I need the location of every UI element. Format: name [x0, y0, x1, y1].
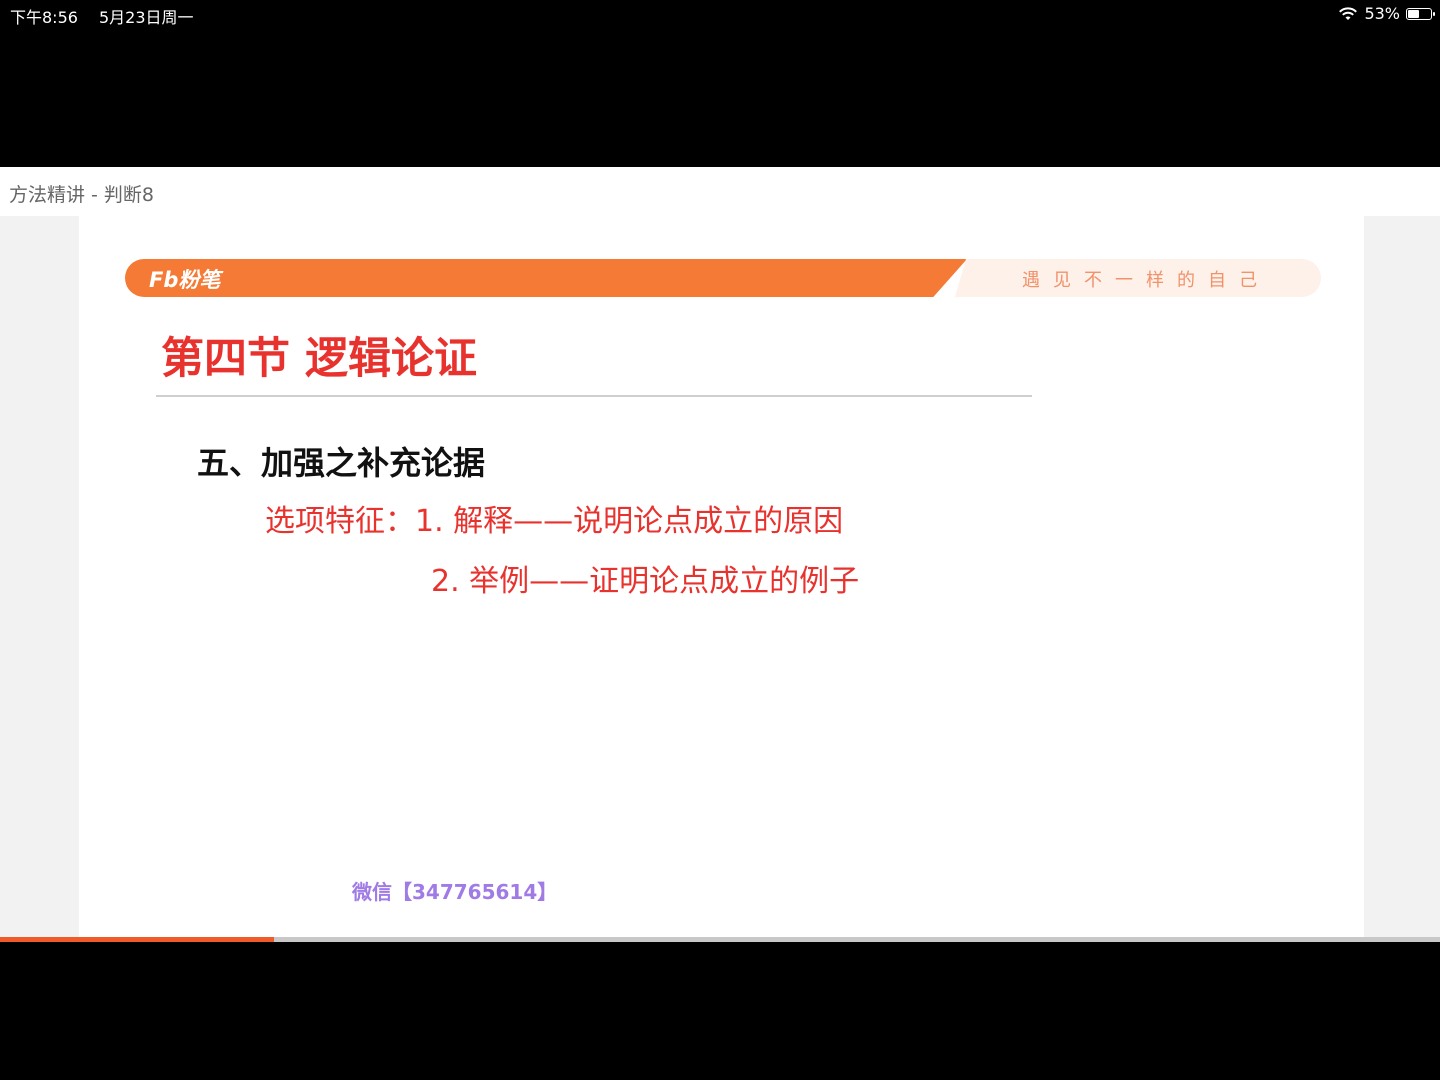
section-title: 第四节 逻辑论证: [161, 334, 477, 384]
status-right: 53%: [1338, 4, 1435, 23]
slogan: 遇见不一样的自己: [1022, 270, 1270, 291]
watermark: 微信【347765614】: [352, 880, 558, 904]
progress-bar[interactable]: [0, 937, 1440, 942]
battery-fill: [1408, 9, 1420, 18]
brand-banner: [125, 259, 967, 297]
status-bar: 下午8:56 5月23日周一 53%: [0, 0, 1440, 30]
video-player[interactable]: 方法精讲 - 判断8 Fb粉笔 遇见不一样的自己 第四节 逻辑论证 五、加强之补…: [0, 167, 1440, 942]
slide: Fb粉笔 遇见不一样的自己 第四节 逻辑论证 五、加强之补充论据 选项特征：1.…: [79, 216, 1364, 937]
status-date: 5月23日周一: [99, 8, 194, 27]
title-bar: 方法精讲 - 判断8: [0, 167, 1440, 216]
wifi-icon: [1339, 6, 1358, 20]
slide-heading: 五、加强之补充论据: [197, 444, 486, 482]
fenbi-logo: Fb粉笔: [149, 268, 221, 292]
divider: [156, 395, 1032, 397]
video-title: 方法精讲 - 判断8: [9, 184, 155, 206]
status-time: 下午8:56: [10, 8, 78, 27]
battery-percent: 53%: [1364, 4, 1400, 23]
progress-fill: [0, 937, 274, 942]
battery-icon: [1406, 7, 1435, 20]
feature-line-1: 选项特征：1. 解释——说明论点成立的原因: [265, 504, 844, 539]
feature-line-2: 2. 举例——证明论点成立的例子: [431, 564, 860, 599]
